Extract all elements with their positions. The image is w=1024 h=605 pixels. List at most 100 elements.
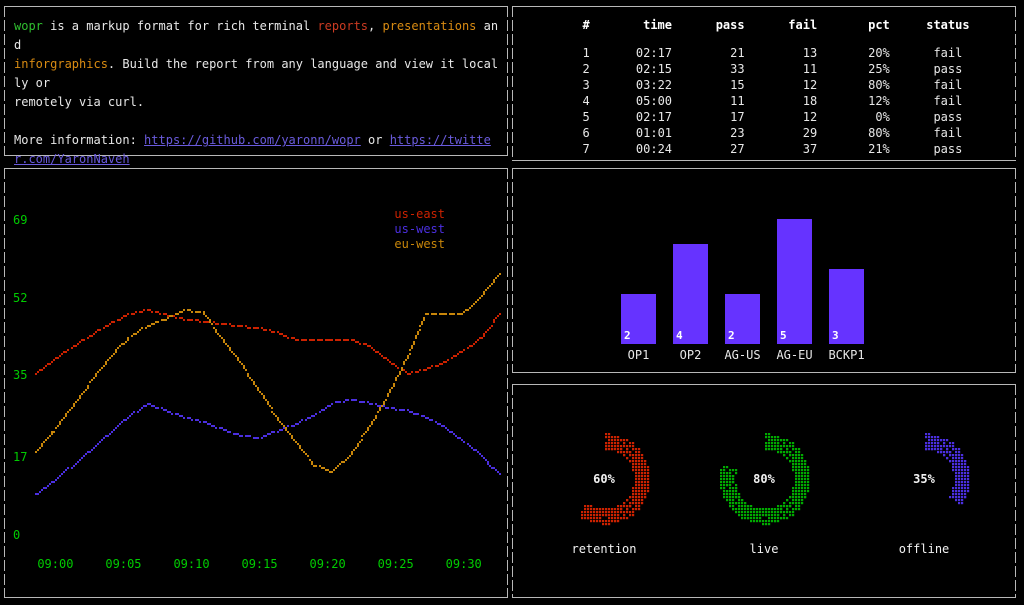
x-axis-tick: 09:10 [173, 557, 209, 571]
table-row: 601:01232980%fail [522, 126, 1006, 142]
cell-num: 1 [522, 46, 590, 62]
cell-pct: 25% [817, 62, 890, 78]
cell-num: 2 [522, 62, 590, 78]
table-row: 303:22151280%fail [522, 78, 1006, 94]
cell-pct: 21% [817, 142, 890, 158]
terminal-dashboard: wopr is a markup format for rich termina… [0, 0, 1024, 605]
cell-pct: 0% [817, 110, 890, 126]
table-body: 102:17211320%fail202:15331125%pass303:22… [522, 46, 1006, 158]
cell-time: 02:17 [590, 110, 672, 126]
panel-border-right [1015, 6, 1016, 161]
cell-pass: 21 [672, 46, 745, 62]
bar: 2 [621, 294, 656, 344]
bar-value-label: 5 [780, 329, 787, 342]
intro-text-span: , [368, 19, 382, 33]
bar-category-label: OP1 [628, 348, 650, 362]
cell-pass: 33 [672, 62, 745, 78]
cell-time: 01:01 [590, 126, 672, 142]
intro-text-span: is a markup format for rich terminal [43, 19, 318, 33]
intro-line: remotely via curl. [14, 93, 502, 112]
cell-fail: 13 [745, 46, 818, 62]
gauge-series: 60%retention80%live35%offline [512, 424, 1016, 574]
column-header-num: # [522, 18, 590, 46]
bar-chart-stage: 2OP14OP22AG-US5AG-EU3BCKP1 [513, 169, 1015, 372]
cell-num: 4 [522, 94, 590, 110]
cell-pass: 15 [672, 78, 745, 94]
bar: 2 [725, 294, 760, 344]
intro-text-span: inforgraphics [14, 57, 108, 71]
status-badge: fail [890, 94, 1006, 110]
x-axis-tick: 09:30 [446, 557, 482, 571]
cell-num: 6 [522, 126, 590, 142]
bar-column: 2AG-US [725, 294, 760, 344]
legend-item-us-west: us-west [394, 222, 445, 237]
cell-pass: 23 [672, 126, 745, 142]
intro-text-span: More information: [14, 133, 144, 147]
panel-border-right [1015, 168, 1016, 373]
y-axis-tick: 69 [13, 213, 27, 227]
cell-fail: 37 [745, 142, 818, 158]
panel-border-right [507, 168, 508, 598]
cell-fail: 12 [745, 110, 818, 126]
table-row: 102:17211320%fail [522, 46, 1006, 62]
cell-pass: 17 [672, 110, 745, 126]
panel-border-right [507, 6, 508, 156]
intro-text-span: wopr [14, 19, 43, 33]
intro-text-span: or [361, 133, 390, 147]
cell-pass: 27 [672, 142, 745, 158]
column-header-time: time [590, 18, 672, 46]
table-row: 405:00111812%fail [522, 94, 1006, 110]
cell-pct: 12% [817, 94, 890, 110]
table-row: 202:15331125%pass [522, 62, 1006, 78]
x-axis-tick: 09:05 [105, 557, 141, 571]
bar-value-label: 3 [832, 329, 839, 342]
panel-border-left [4, 6, 5, 156]
gauge-percent-label: 80% [702, 472, 826, 486]
cell-time: 02:17 [590, 46, 672, 62]
bar-value-label: 2 [728, 329, 735, 342]
y-axis-tick: 52 [13, 291, 27, 305]
bar-column: 5AG-EU [777, 219, 812, 344]
panel-border-left [512, 6, 513, 161]
intro-panel: wopr is a markup format for rich termina… [4, 6, 508, 156]
external-link[interactable]: https://github.com/yaronn/wopr [144, 133, 361, 147]
bar-column: 3BCKP1 [829, 269, 864, 344]
cell-pct: 20% [817, 46, 890, 62]
x-axis-tick: 09:00 [37, 557, 73, 571]
bar-value-label: 4 [676, 329, 683, 342]
bar: 4 [673, 244, 708, 344]
cell-time: 00:24 [590, 142, 672, 158]
panel-border-top [512, 384, 1016, 385]
intro-line [14, 112, 502, 131]
y-axis-tick: 35 [13, 368, 27, 382]
gauge-name-label: offline [862, 542, 986, 556]
table-row: 502:1717120%pass [522, 110, 1006, 126]
cell-time: 02:15 [590, 62, 672, 78]
cell-fail: 29 [745, 126, 818, 142]
panel-border-top [512, 6, 1016, 7]
bar: 3 [829, 269, 864, 344]
gauge-name-label: live [702, 542, 826, 556]
x-axis-tick: 09:20 [310, 557, 346, 571]
cell-fail: 11 [745, 62, 818, 78]
line-chart-panel: us-east us-west eu-west 017355269 09:000… [4, 168, 508, 598]
bar-value-label: 2 [624, 329, 631, 342]
gauge-percent-label: 35% [862, 472, 986, 486]
status-badge: pass [890, 110, 1006, 126]
x-axis-tick: 09:25 [378, 557, 414, 571]
intro-line: inforgraphics. Build the report from any… [14, 55, 502, 93]
bar-series: 2OP14OP22AG-US5AG-EU3BCKP1 [621, 219, 864, 344]
y-axis-tick: 0 [13, 528, 20, 542]
line-chart-legend: us-east us-west eu-west [394, 207, 445, 252]
column-header-pass: pass [672, 18, 745, 46]
cell-pct: 80% [817, 78, 890, 94]
results-table-panel: # time pass fail pct status 102:17211320… [512, 6, 1016, 161]
cell-fail: 12 [745, 78, 818, 94]
status-badge: fail [890, 46, 1006, 62]
gauges-panel: 60%retention80%live35%offline [512, 384, 1016, 598]
table-header-row: # time pass fail pct status [522, 18, 1006, 46]
donut-gauge: 35% offline [862, 424, 986, 574]
cell-num: 3 [522, 78, 590, 94]
cell-pct: 80% [817, 126, 890, 142]
bar-category-label: BCKP1 [828, 348, 864, 362]
